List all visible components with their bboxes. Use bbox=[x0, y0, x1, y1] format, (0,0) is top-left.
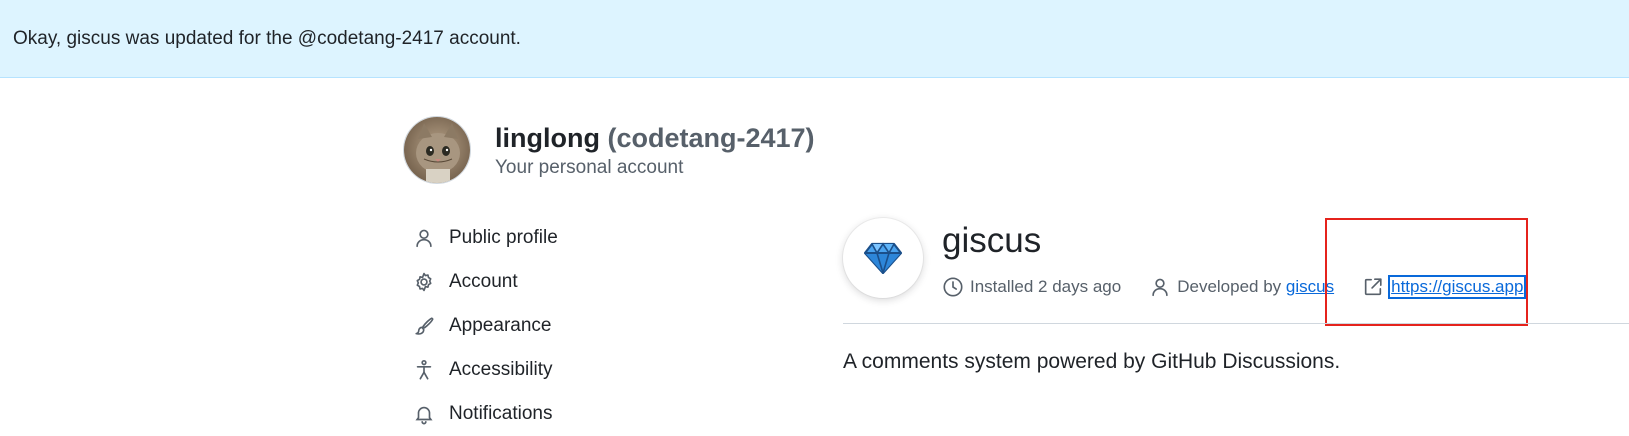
app-logo bbox=[843, 218, 923, 298]
accessibility-icon bbox=[413, 359, 435, 381]
divider bbox=[843, 323, 1629, 324]
sidebar-item-label: Public profile bbox=[449, 227, 558, 248]
clock-icon bbox=[943, 277, 963, 297]
gear-icon bbox=[413, 271, 435, 293]
sidebar-item-appearance[interactable]: Appearance bbox=[403, 304, 783, 348]
app-title: giscus bbox=[942, 221, 1042, 260]
installed-meta: Installed 2 days ago bbox=[942, 276, 1121, 298]
account-name: linglong (codetang-2417) bbox=[495, 122, 815, 154]
app-description: A comments system powered by GitHub Disc… bbox=[843, 350, 1341, 373]
diamond-icon bbox=[864, 242, 902, 274]
person-icon bbox=[413, 227, 435, 249]
installed-text: Installed 2 days ago bbox=[970, 277, 1122, 296]
sidebar-item-accessibility[interactable]: Accessibility bbox=[403, 348, 783, 392]
flash-message: Okay, giscus was updated for the @codeta… bbox=[13, 27, 521, 49]
sidebar-item-label: Appearance bbox=[449, 315, 552, 336]
avatar-image bbox=[404, 117, 470, 183]
account-header: linglong (codetang-2417) Your personal a… bbox=[403, 116, 815, 184]
sidebar-item-account[interactable]: Account bbox=[403, 260, 783, 304]
paintbrush-icon bbox=[413, 315, 435, 337]
flash-banner: Okay, giscus was updated for the @codeta… bbox=[0, 0, 1629, 78]
account-subtitle: Your personal account bbox=[495, 156, 684, 178]
sidebar-item-notifications[interactable]: Notifications bbox=[403, 392, 783, 436]
account-login: (codetang-2417) bbox=[607, 122, 815, 153]
bell-icon bbox=[413, 403, 435, 425]
highlight-annotation bbox=[1325, 218, 1528, 326]
sidebar-item-label: Notifications bbox=[449, 403, 553, 424]
developed-by-label: Developed by bbox=[1177, 277, 1282, 296]
developer-meta: Developed by giscus bbox=[1149, 276, 1334, 298]
settings-sidebar: Public profile Account Appearance Access… bbox=[403, 216, 783, 436]
avatar[interactable] bbox=[403, 116, 471, 184]
sidebar-item-public-profile[interactable]: Public profile bbox=[403, 216, 783, 260]
sidebar-item-label: Account bbox=[449, 271, 518, 292]
account-display-name[interactable]: linglong bbox=[495, 123, 600, 153]
person-icon bbox=[1152, 278, 1168, 297]
sidebar-item-label: Accessibility bbox=[449, 359, 553, 380]
